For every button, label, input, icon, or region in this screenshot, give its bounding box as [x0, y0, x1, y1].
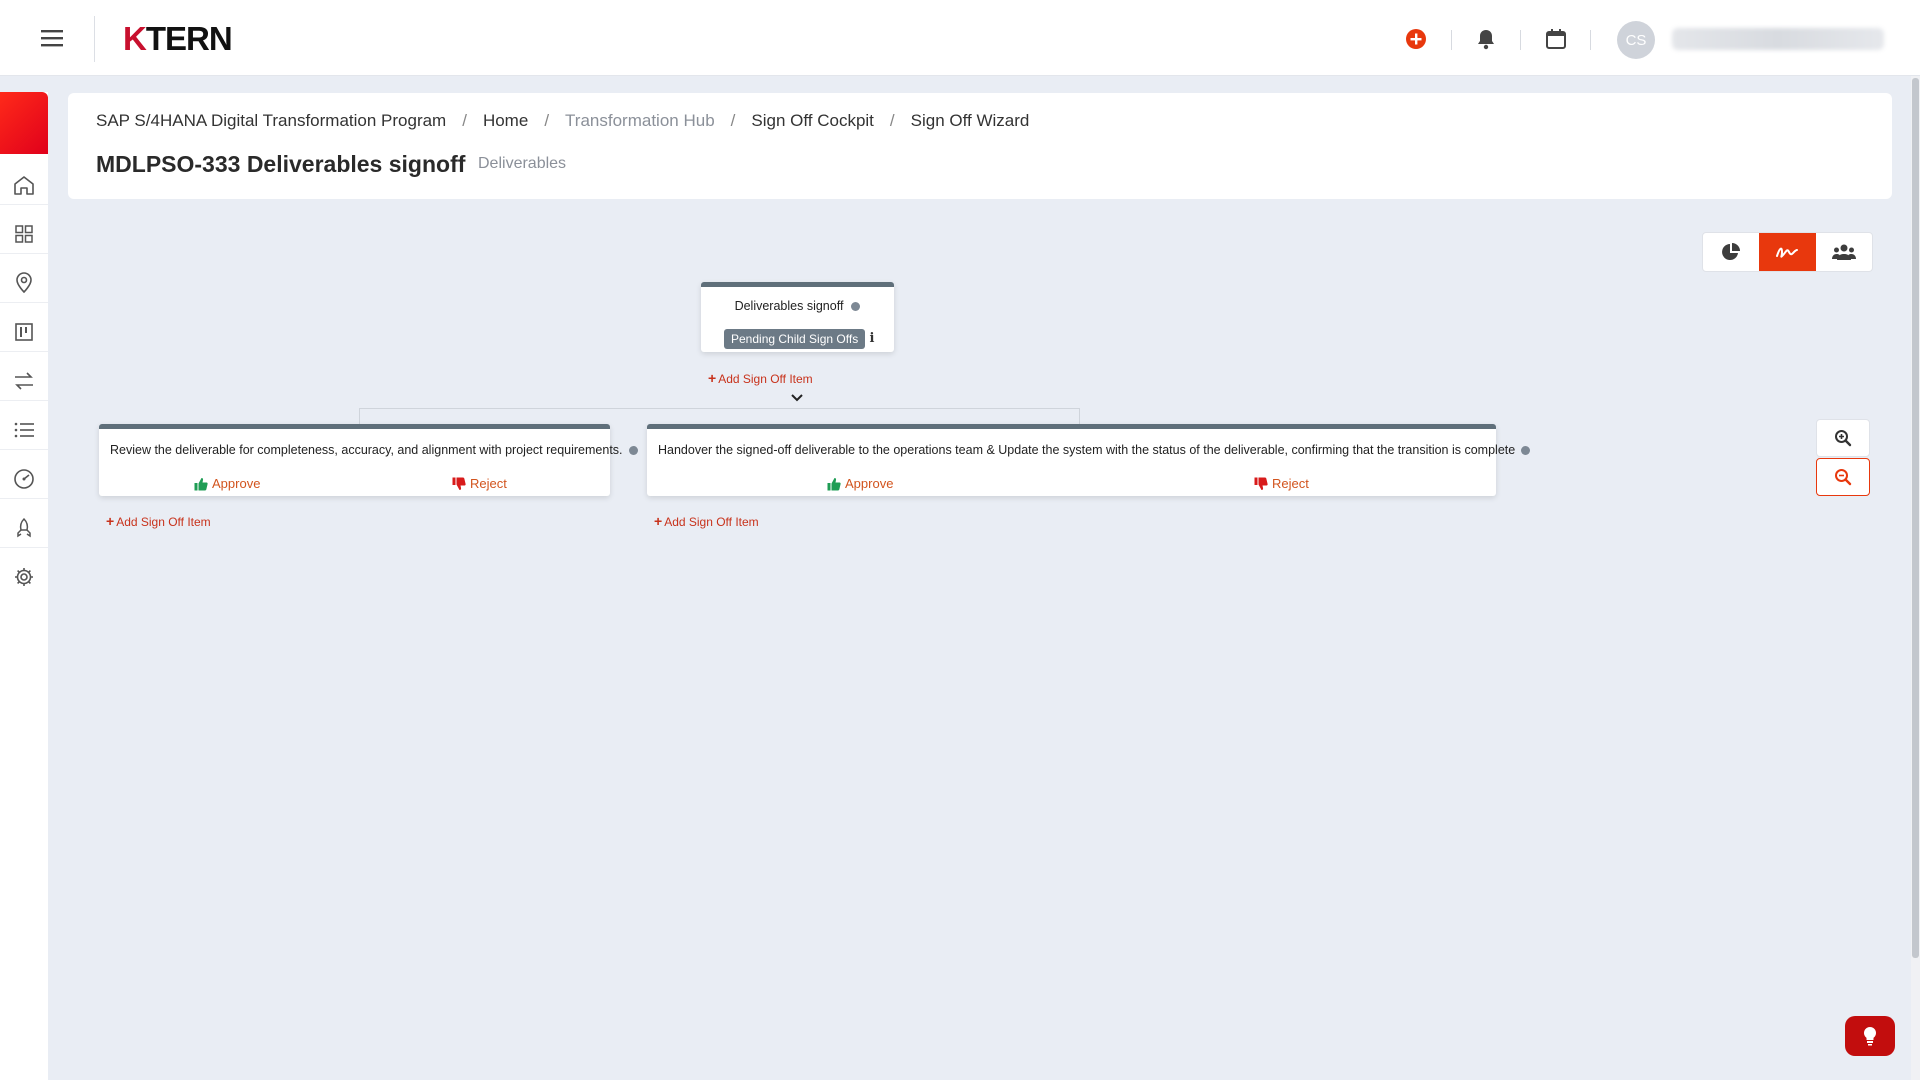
- status-dot: [851, 302, 861, 312]
- topbar-separator: [1590, 30, 1591, 50]
- approve-button[interactable]: Approve: [827, 476, 893, 491]
- thumbs-up-icon: [194, 477, 208, 490]
- lightbulb-icon: [1863, 1026, 1877, 1046]
- avatar[interactable]: CS: [1617, 21, 1655, 59]
- add-sign-off-item-link-child-1[interactable]: + Add Sign Off Item: [106, 513, 211, 529]
- status-badge: Pending Child Sign Offs: [724, 329, 866, 349]
- child-node-text: Handover the signed-off deliverable to t…: [658, 443, 1516, 457]
- location-pin-icon[interactable]: [0, 263, 48, 303]
- list-icon[interactable]: [0, 410, 48, 450]
- reject-label: Reject: [1272, 476, 1309, 491]
- add-sign-off-item-link-child-2[interactable]: + Add Sign Off Item: [654, 513, 759, 529]
- tree-connector: [1079, 408, 1080, 424]
- calendar-icon[interactable]: [1543, 26, 1569, 52]
- user-name-blurred[interactable]: [1672, 28, 1884, 50]
- child-node-text: Review the deliverable for completeness,…: [110, 443, 623, 457]
- status-dot: [628, 446, 638, 456]
- page-header-card: SAP S/4HANA Digital Transformation Progr…: [68, 93, 1892, 199]
- bell-icon[interactable]: [1473, 26, 1499, 52]
- child-signoff-node-2[interactable]: Handover the signed-off deliverable to t…: [647, 424, 1531, 496]
- plus-icon: +: [654, 513, 663, 529]
- logo-prefix: K: [123, 20, 147, 57]
- sidebar-active-accent[interactable]: [0, 92, 48, 154]
- topbar-separator: [1451, 30, 1452, 50]
- top-bar: KTERN CS: [0, 0, 1920, 76]
- root-node-title: Deliverables signoff: [734, 299, 844, 313]
- root-signoff-node[interactable]: Deliverables signoff Pending Child Sign …: [701, 282, 894, 352]
- approve-label: Approve: [845, 476, 894, 491]
- status-dot: [1521, 446, 1531, 456]
- topbar-divider: [94, 16, 95, 62]
- child-node-text-row: Handover the signed-off deliverable to t…: [658, 443, 1531, 457]
- add-sign-off-item-link-root[interactable]: + Add Sign Off Item: [708, 370, 813, 386]
- root-node-title-row: Deliverables signoff: [701, 299, 894, 313]
- add-sign-off-item-label: Add Sign Off Item: [116, 515, 211, 529]
- scrollbar-thumb[interactable]: [1912, 78, 1919, 958]
- zoom-in-icon: [1835, 430, 1852, 447]
- breadcrumb-item-program[interactable]: SAP S/4HANA Digital Transformation Progr…: [96, 111, 446, 131]
- gear-icon[interactable]: [0, 557, 48, 597]
- home-icon[interactable]: [0, 165, 48, 205]
- page-subtitle: Deliverables: [478, 155, 567, 172]
- tree-connector: [359, 408, 360, 424]
- breadcrumb-item-sign-off-wizard: Sign Off Wizard: [910, 111, 1030, 130]
- hamburger-menu-icon[interactable]: [36, 24, 68, 52]
- zoom-out-button[interactable]: [1816, 458, 1870, 496]
- pie-chart-icon[interactable]: [1703, 233, 1759, 271]
- rocket-icon[interactable]: [0, 508, 48, 548]
- signature-icon[interactable]: [1759, 233, 1816, 271]
- dashboard-gauge-icon[interactable]: [0, 459, 48, 499]
- add-circle-icon[interactable]: [1403, 26, 1429, 52]
- chevron-down-icon[interactable]: [790, 392, 804, 404]
- topbar-separator: [1520, 30, 1521, 50]
- child-node-text-row: Review the deliverable for completeness,…: [110, 443, 638, 457]
- info-icon[interactable]: i: [865, 329, 879, 349]
- plus-icon: +: [708, 370, 717, 386]
- zoom-out-icon: [1835, 469, 1852, 486]
- breadcrumb-separator: /: [730, 111, 736, 130]
- grid-icon[interactable]: [0, 214, 48, 254]
- approve-button[interactable]: Approve: [194, 476, 260, 491]
- child-signoff-node-1[interactable]: Review the deliverable for completeness,…: [99, 424, 638, 496]
- breadcrumb-item-transformation-hub[interactable]: Transformation Hub: [565, 111, 715, 131]
- zoom-in-button[interactable]: [1816, 419, 1870, 457]
- tree-connector: [359, 408, 1080, 409]
- thumbs-down-icon: [452, 477, 466, 490]
- breadcrumb-separator: /: [544, 111, 550, 130]
- breadcrumb: SAP S/4HANA Digital Transformation Progr…: [96, 111, 1029, 131]
- breadcrumb-item-sign-off-cockpit[interactable]: Sign Off Cockpit: [751, 111, 874, 131]
- breadcrumb-item-home[interactable]: Home: [483, 111, 528, 131]
- breadcrumb-separator: /: [462, 111, 467, 130]
- thumbs-down-icon: [1254, 477, 1268, 490]
- logo-rest: TERN: [145, 20, 233, 57]
- view-toggle: [1702, 232, 1873, 272]
- ktern-logo[interactable]: KTERN: [123, 20, 233, 58]
- approve-label: Approve: [212, 476, 261, 491]
- help-lightbulb-button[interactable]: [1845, 1016, 1895, 1056]
- add-sign-off-item-label: Add Sign Off Item: [718, 372, 813, 386]
- users-icon[interactable]: [1816, 233, 1872, 271]
- reject-button[interactable]: Reject: [452, 476, 507, 491]
- reject-label: Reject: [470, 476, 507, 491]
- reject-button[interactable]: Reject: [1254, 476, 1309, 491]
- breadcrumb-separator: /: [889, 111, 895, 130]
- thumbs-up-icon: [827, 477, 841, 490]
- transfer-icon[interactable]: [0, 361, 48, 401]
- plus-icon: +: [106, 513, 115, 529]
- page-title: MDLPSO-333 Deliverables signoff: [96, 151, 466, 177]
- add-sign-off-item-label: Add Sign Off Item: [664, 515, 759, 529]
- kanban-icon[interactable]: [0, 312, 48, 352]
